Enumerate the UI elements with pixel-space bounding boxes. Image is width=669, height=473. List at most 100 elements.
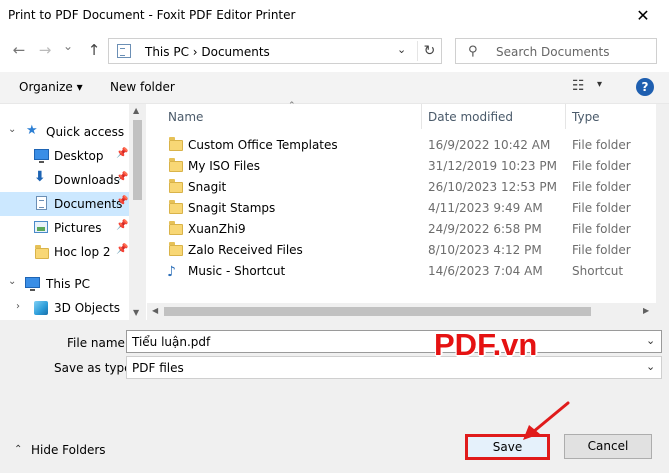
chevron-down-icon[interactable]: ⌄ [646,360,655,373]
file-name: XuanZhi9 [188,222,246,236]
file-name: Custom Office Templates [188,138,338,152]
this-pc-icon [117,44,131,58]
list-item[interactable]: XuanZhi9 24/9/2022 6:58 PM File folder [147,219,656,240]
list-item[interactable]: My ISO Files 31/12/2019 10:23 PM File fo… [147,156,656,177]
scrollbar-thumb[interactable] [164,307,591,316]
file-date: 4/11/2023 9:49 AM [428,201,543,215]
pin-icon: 📌 [116,196,129,207]
file-date: 14/6/2023 7:04 AM [428,264,543,278]
scrollbar-thumb[interactable] [133,120,142,200]
sidebar-item-quick-access[interactable]: ⌄ ★ Quick access [0,120,129,144]
sort-ascending-icon: ⌃ [288,101,296,111]
folder-icon [169,200,183,214]
sidebar-item-label: This PC [46,277,90,291]
sidebar-item-pictures[interactable]: Pictures 📌 [0,216,129,240]
recent-locations-icon[interactable]: ⌄ [58,39,78,53]
file-name-label: File name: [67,336,129,350]
sidebar-item-downloads[interactable]: ⬇ Downloads 📌 [0,168,129,192]
save-options-panel: File name: Tiểu luận.pdf ⌄ Save as type:… [0,320,669,473]
chevron-down-icon[interactable]: ⌄ [646,334,655,347]
3d-objects-icon [34,301,48,315]
desktop-icon [34,149,49,163]
column-divider[interactable] [565,104,566,129]
organize-button[interactable]: Organize ▾ [19,80,83,94]
file-name: Zalo Received Files [188,243,303,257]
list-item[interactable]: Snagit 26/10/2023 12:53 PM File folder [147,177,656,198]
back-arrow-icon[interactable]: ← [9,41,29,59]
new-folder-button[interactable]: New folder [110,80,175,94]
file-name-input[interactable]: Tiểu luận.pdf [132,335,210,349]
sidebar-item-label: Downloads [54,173,120,187]
file-type: File folder [572,243,631,257]
folder-icon [169,158,183,172]
address-bar[interactable]: This PC › Documents ⌄ ↻ [108,38,442,64]
pin-icon: 📌 [116,148,129,159]
file-name: Snagit [188,180,227,194]
this-pc-icon [25,277,40,291]
address-path[interactable]: This PC › Documents [145,45,270,59]
folder-icon [169,221,183,235]
expanded-chevron-icon[interactable]: ⌄ [8,276,16,287]
window-title: Print to PDF Document - Foxit PDF Editor… [8,8,296,22]
chevron-up-icon[interactable]: ⌃ [14,444,22,455]
sidebar-item-label: Quick access [46,125,125,139]
file-date: 24/9/2022 6:58 PM [428,222,542,236]
sidebar-item-desktop[interactable]: Desktop 📌 [0,144,129,168]
scroll-left-icon[interactable]: ◀ [152,306,158,315]
column-header-date[interactable]: Date modified [428,110,513,124]
folder-icon [35,245,49,259]
file-type: File folder [572,201,631,215]
view-options-icon[interactable]: ☷ [572,78,585,94]
file-type: File folder [572,222,631,236]
sidebar-item-this-pc[interactable]: ⌄ This PC [0,272,129,296]
column-header-type[interactable]: Type [572,110,600,124]
search-input[interactable]: Search Documents [496,45,609,59]
collapsed-chevron-icon[interactable]: › [16,301,20,312]
hide-folders-button[interactable]: Hide Folders [31,443,106,457]
up-arrow-icon[interactable]: ↑ [84,41,104,59]
vertical-scrollbar[interactable] [656,104,669,320]
file-date: 26/10/2023 12:53 PM [428,180,557,194]
refresh-icon[interactable]: ↻ [417,41,441,61]
help-icon[interactable]: ? [636,78,654,96]
file-type: File folder [572,180,631,194]
sidebar-scrollbar[interactable]: ▲ ▼ [129,104,146,320]
quick-access-star-icon: ★ [26,123,38,138]
scroll-down-icon[interactable]: ▼ [133,308,139,317]
column-divider[interactable] [421,104,422,129]
file-date: 8/10/2023 4:12 PM [428,243,542,257]
file-name-field[interactable]: Tiểu luận.pdf ⌄ [126,330,662,353]
close-icon[interactable]: ✕ [628,5,658,27]
file-type: File folder [572,138,631,152]
pin-icon: 📌 [116,220,129,231]
sidebar-item-3d-objects[interactable]: › 3D Objects [0,296,129,320]
file-name: Music - Shortcut [188,264,286,278]
sidebar-item-label: 3D Objects [54,301,121,315]
view-dropdown-icon[interactable]: ▾ [597,79,602,90]
address-dropdown-icon[interactable]: ⌄ [397,43,406,56]
list-item[interactable]: Zalo Received Files 8/10/2023 4:12 PM Fi… [147,240,656,261]
search-box[interactable]: ⚲ Search Documents [455,38,657,64]
list-item[interactable]: ♪ Music - Shortcut 14/6/2023 7:04 AM Sho… [147,261,656,282]
list-item[interactable]: Snagit Stamps 4/11/2023 9:49 AM File fol… [147,198,656,219]
shortcut-icon: ♪ [167,264,176,280]
forward-arrow-icon[interactable]: → [35,41,55,59]
file-type: Shortcut [572,264,624,278]
cancel-button[interactable]: Cancel [564,434,652,459]
toolbar: Organize ▾ New folder ☷ ▾ ? [0,72,669,104]
file-type: File folder [572,159,631,173]
folder-icon [169,137,183,151]
sidebar-item-label: Pictures [54,221,102,235]
downloads-icon: ⬇ [34,169,46,185]
save-as-type-select[interactable]: PDF files ⌄ [126,356,662,379]
sidebar-item-hoc-lop-2[interactable]: Hoc lop 2 📌 [0,240,129,264]
horizontal-scrollbar[interactable]: ◀ ▶ [147,303,656,320]
navigation-pane: ⌄ ★ Quick access Desktop 📌 ⬇ Downloads 📌… [0,104,146,320]
scroll-up-icon[interactable]: ▲ [133,106,139,115]
pdf-vn-watermark: PDF.vn [434,327,538,362]
list-item[interactable]: Custom Office Templates 16/9/2022 10:42 … [147,135,656,156]
scroll-right-icon[interactable]: ▶ [643,306,649,315]
sidebar-item-documents[interactable]: Documents 📌 [0,192,129,216]
expanded-chevron-icon[interactable]: ⌄ [8,124,16,135]
column-header-name[interactable]: Name [168,110,203,124]
